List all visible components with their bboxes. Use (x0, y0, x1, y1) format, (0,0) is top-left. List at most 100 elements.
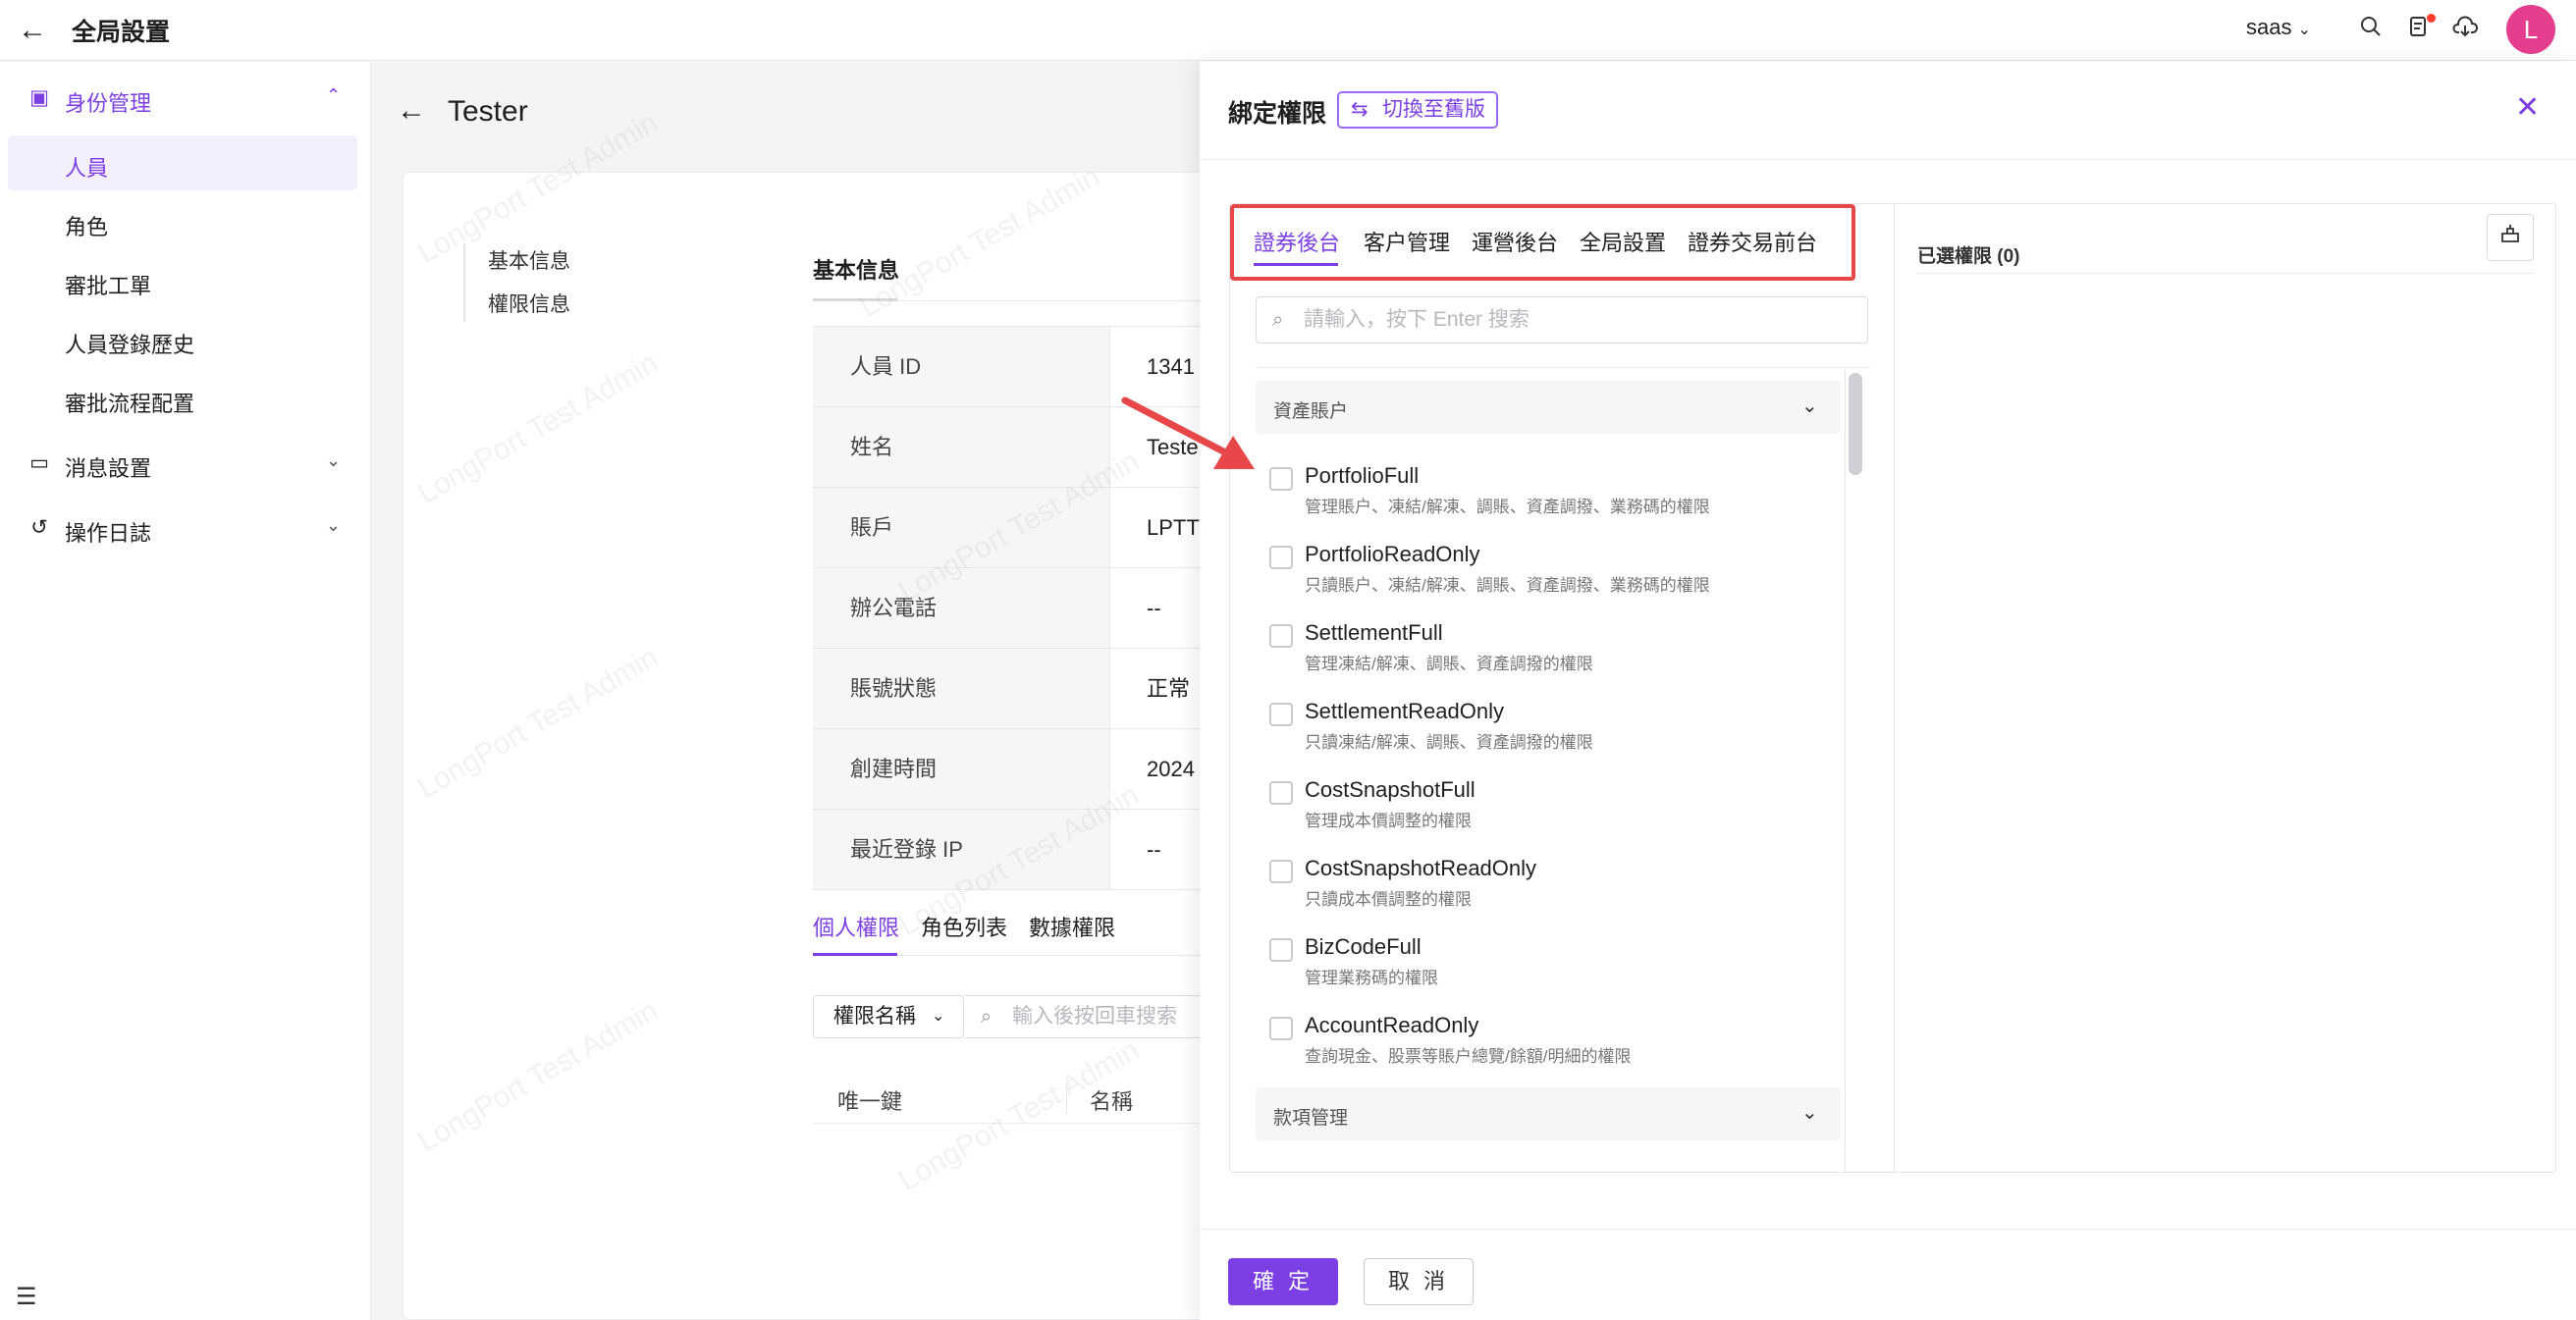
chevron-down-icon: ⌄ (1801, 1102, 1818, 1124)
confirm-button[interactable]: 確 定 (1228, 1258, 1338, 1305)
sidebar-item-login-history[interactable]: 人員登錄歷史 (8, 312, 357, 367)
permission-desc: 只讀賬户、凍結/解凍、調賬、資產調撥、業務碼的權限 (1305, 576, 1710, 595)
permission-search-input[interactable]: ⌕ 請輸入，按下 Enter 搜索 (1256, 296, 1868, 343)
download-icon[interactable] (2446, 12, 2484, 49)
permission-item[interactable]: SettlementReadOnly 只讀凍結/解凍、調賬、資產調撥的權限 (1269, 697, 1839, 769)
permission-name: BizCodeFull (1305, 934, 1422, 959)
collapse-menu-icon[interactable]: ☰ (16, 1283, 37, 1311)
tab-underline (813, 953, 897, 956)
checkbox[interactable] (1269, 938, 1293, 962)
permission-name: SettlementFull (1305, 620, 1443, 645)
table-header: 唯一鍵 名稱 (813, 1075, 1208, 1124)
switch-legacy-button[interactable]: ⇆ 切換至舊版 (1337, 91, 1498, 129)
search-icon[interactable] (2352, 12, 2389, 49)
info-value: -- (1147, 596, 1161, 620)
filter-search-input[interactable]: ⌕ 輸入後按回車搜索 (965, 995, 1208, 1038)
permission-item[interactable]: BizCodeFull 管理業務碼的權限 (1269, 932, 1839, 1005)
info-value: 正常 (1147, 676, 1191, 701)
info-key: 人員 ID (813, 327, 1110, 406)
permission-item[interactable]: AccountReadOnly 查詢現金、股票等賬户總覽/餘額/明細的權限 (1269, 1011, 1839, 1083)
sidebar-group-messages[interactable]: ▭ 消息設置 ⌄ (0, 439, 371, 488)
tab-role-list[interactable]: 角色列表 (921, 911, 1007, 942)
group-header-funds-management[interactable]: 款項管理 ⌄ (1256, 1087, 1841, 1140)
avatar[interactable]: L (2506, 5, 2555, 54)
id-card-icon: ▣ (29, 86, 49, 109)
tab-operations-backoffice[interactable]: 運營後台 (1472, 226, 1558, 257)
annotation-arrow-icon (1121, 396, 1255, 469)
sidebar-item-label: 審批工單 (65, 274, 152, 298)
scrollbar-thumb[interactable] (1849, 373, 1862, 475)
filter-select-label: 權限名稱 (833, 1005, 916, 1028)
column-header-key: 唯一鍵 (837, 1089, 903, 1114)
info-row: 辦公電話 -- (813, 568, 1208, 649)
sidebar-item-approval-tickets[interactable]: 審批工單 (8, 253, 357, 308)
checkbox[interactable] (1269, 703, 1293, 726)
permission-item[interactable]: PortfolioReadOnly 只讀賬户、凍結/解凍、調賬、資產調撥、業務碼的… (1269, 540, 1839, 612)
sidebar-group-label: 身份管理 (65, 91, 152, 116)
sidebar-item-staff[interactable]: 人員 (8, 135, 357, 190)
divider (1894, 204, 1895, 1172)
tab-personal-permissions[interactable]: 個人權限 (813, 911, 899, 942)
sidebar-group-label: 消息設置 (65, 456, 152, 481)
search-icon: ⌕ (1272, 309, 1284, 331)
back-arrow-icon[interactable]: ← (14, 12, 51, 49)
clear-selection-button[interactable] (2487, 214, 2534, 261)
sidebar-item-roles[interactable]: 角色 (8, 194, 357, 249)
close-icon[interactable]: ✕ (2515, 90, 2540, 125)
info-key: 創建時間 (813, 729, 1110, 809)
permission-desc: 只讀成本價調整的權限 (1305, 890, 1472, 909)
section-tab-basic-info[interactable]: 基本信息 (813, 253, 899, 285)
divider (1200, 159, 2576, 160)
column-header-name: 名稱 (1090, 1089, 1134, 1114)
tab-customer-management[interactable]: 客户管理 (1364, 226, 1450, 257)
sidebar-item-label: 人員 (65, 156, 109, 181)
tenant-switcher[interactable]: saas ⌄ (2246, 15, 2311, 40)
tab-securities-backoffice[interactable]: 證券後台 (1254, 226, 1340, 257)
checkbox[interactable] (1269, 624, 1293, 648)
divider (1200, 1229, 2576, 1230)
drawer-title: 綁定權限 (1228, 100, 1327, 128)
permission-name: PortfolioFull (1305, 463, 1420, 488)
column-divider (1066, 1084, 1067, 1114)
history-icon: ↺ (30, 516, 48, 539)
filter-field-select[interactable]: 權限名稱 ⌄ (813, 995, 964, 1038)
checkbox[interactable] (1269, 781, 1293, 805)
tab-data-permissions[interactable]: 數據權限 (1029, 911, 1115, 942)
info-row: 創建時間 2024 (813, 729, 1208, 810)
bind-permissions-drawer: 綁定權限 ⇆ 切換至舊版 ✕ 證券後台 客户管理 運營後台 全局設置 證券交易前… (1200, 61, 2576, 1320)
tab-securities-trading-frontend[interactable]: 證券交易前台 (1688, 226, 1817, 257)
tab-underline (813, 298, 897, 301)
checkbox[interactable] (1269, 1017, 1293, 1040)
group-header-asset-accounts[interactable]: 資產賬户 ⌄ (1256, 381, 1841, 434)
permission-item[interactable]: PortfolioFull 管理賬户、凍結/解凍、調賬、資產調撥、業務碼的權限 (1269, 461, 1839, 534)
cancel-button[interactable]: 取 消 (1364, 1258, 1474, 1305)
chevron-down-icon: ⌄ (1801, 396, 1818, 417)
permission-item[interactable]: CostSnapshotReadOnly 只讀成本價調整的權限 (1269, 854, 1839, 926)
message-icon: ▭ (29, 451, 49, 474)
checkbox[interactable] (1269, 467, 1293, 491)
permission-item[interactable]: CostSnapshotFull 管理成本價調整的權限 (1269, 775, 1839, 848)
search-icon: ⌕ (981, 1006, 993, 1028)
chevron-up-icon: ⌃ (326, 85, 342, 105)
clear-icon (2501, 225, 2519, 242)
anchor-permission-info[interactable]: 權限信息 (488, 289, 570, 318)
checkbox[interactable] (1269, 860, 1293, 883)
sidebar-group-identity[interactable]: ▣ 身份管理 ⌃ (0, 74, 371, 123)
anchor-basic-info[interactable]: 基本信息 (488, 245, 570, 275)
sidebar-group-logs[interactable]: ↺ 操作日誌 ⌄ (0, 503, 371, 553)
selected-permissions-title: 已選權限 (0) (1917, 246, 2020, 267)
notification-dot (2427, 14, 2436, 23)
divider (1917, 273, 2534, 274)
switch-legacy-label: 切換至舊版 (1382, 98, 1485, 121)
permission-desc: 管理賬户、凍結/解凍、調賬、資產調撥、業務碼的權限 (1305, 498, 1710, 516)
permission-desc: 查詢現金、股票等賬户總覽/餘額/明細的權限 (1305, 1047, 1632, 1066)
permission-item[interactable]: SettlementFull 管理凍結/解凍、調賬、資產調撥的權限 (1269, 618, 1839, 691)
back-arrow-icon[interactable]: ← (397, 94, 426, 128)
permission-name: CostSnapshotReadOnly (1305, 856, 1537, 880)
tab-global-settings[interactable]: 全局設置 (1580, 226, 1666, 257)
tab-underline (1254, 263, 1338, 266)
sidebar-item-approval-flow[interactable]: 審批流程配置 (8, 371, 357, 426)
filter-placeholder: 輸入後按回車搜索 (1012, 1005, 1177, 1028)
checkbox[interactable] (1269, 546, 1293, 569)
sidebar-item-label: 角色 (65, 215, 109, 239)
